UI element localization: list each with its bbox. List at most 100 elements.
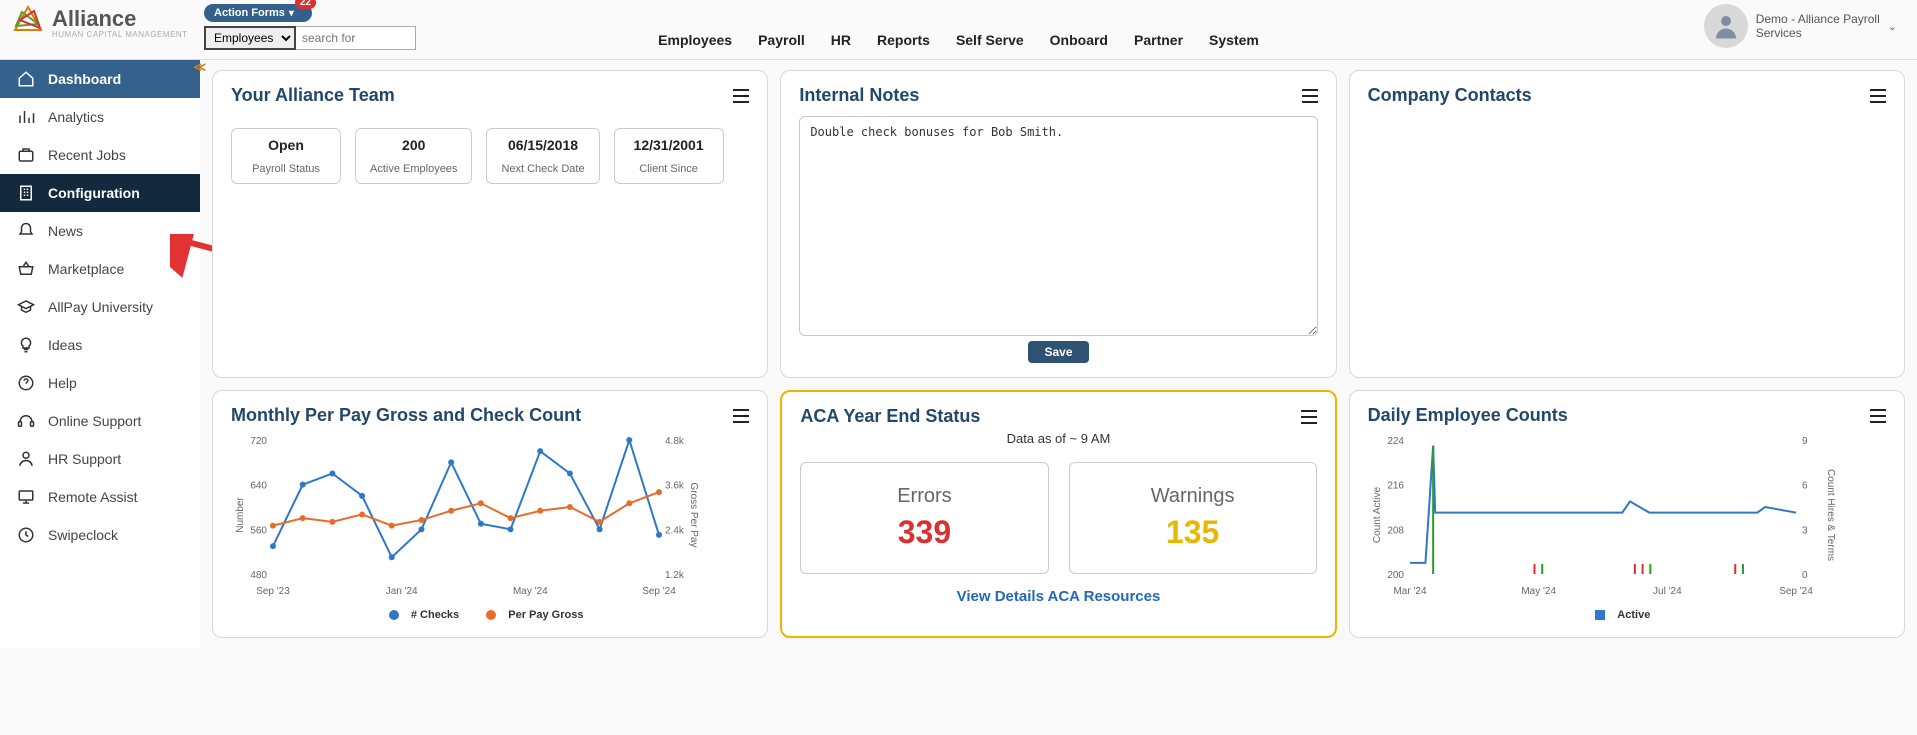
sidebar-item-analytics[interactable]: Analytics [0,98,200,136]
sidebar-item-ideas[interactable]: Ideas [0,326,200,364]
search-category-select[interactable]: Employees [204,26,296,50]
card-title: Daily Employee Counts [1368,405,1568,426]
collapse-sidebar-icon[interactable]: ≪ [193,60,206,74]
card-menu-icon[interactable] [1301,410,1317,424]
aca-details-link[interactable]: View Details ACA Resources [800,588,1316,605]
nav-system[interactable]: System [1209,32,1259,48]
legend-square-active-icon [1595,610,1605,620]
internal-notes-textarea[interactable]: Double check bonuses for Bob Smith. [799,116,1317,336]
legend-dot-checks-icon [389,610,399,620]
person-icon [16,449,36,469]
action-forms-button[interactable]: Action Forms ▾ 22 [204,4,312,22]
stat-next-check-date: 06/15/2018 Next Check Date [486,128,599,184]
card-title: Your Alliance Team [231,85,395,106]
nav-self-serve[interactable]: Self Serve [956,32,1024,48]
card-menu-icon[interactable] [1870,409,1886,423]
sidebar-item-marketplace[interactable]: Marketplace [0,250,200,288]
clock-icon [16,525,36,545]
aca-warnings-value: 135 [1080,514,1306,551]
sidebar-item-dashboard[interactable]: Dashboard [0,60,200,98]
sidebar-item-label: Swipeclock [48,527,118,543]
daily-legend: Active [1368,609,1886,623]
card-internal-notes: Internal Notes Double check bonuses for … [780,70,1336,378]
home-icon [16,69,36,89]
svg-text:3.6k: 3.6k [665,481,685,492]
sidebar-item-label: Configuration [48,185,140,201]
svg-text:Count Active: Count Active [1372,486,1383,543]
chevron-down-icon: ▾ [289,8,294,19]
top-controls: Action Forms ▾ 22 Employees [204,4,416,50]
svg-text:May '24: May '24 [513,586,548,597]
svg-text:6: 6 [1802,481,1808,492]
aca-errors-box: Errors 339 [800,462,1048,574]
sidebar-item-label: Help [48,375,77,391]
avatar-icon [1711,11,1741,41]
sidebar-item-label: Ideas [48,337,82,353]
svg-text:Mar '24: Mar '24 [1393,586,1426,597]
aca-errors-value: 339 [811,514,1037,551]
save-button[interactable]: Save [1028,341,1088,363]
user-area[interactable]: Demo - Alliance Payroll Services ⌄ [1704,4,1907,48]
sidebar-item-label: Recent Jobs [48,147,126,163]
chart-bars-icon [16,107,36,127]
stat-active-employees: 200 Active Employees [355,128,472,184]
svg-text:3: 3 [1802,525,1808,536]
card-title: Internal Notes [799,85,919,106]
brand-logo: Alliance HUMAN CAPITAL MANAGEMENT [10,4,200,40]
card-menu-icon[interactable] [1870,89,1886,103]
svg-text:Sep '24: Sep '24 [1779,586,1813,597]
nav-reports[interactable]: Reports [877,32,930,48]
card-menu-icon[interactable] [1302,89,1318,103]
sidebar-item-online-support[interactable]: Online Support [0,402,200,440]
svg-text:Number: Number [235,497,246,533]
svg-text:208: 208 [1387,525,1404,536]
stat-client-since: 12/31/2001 Client Since [614,128,724,184]
sidebar-item-label: Marketplace [48,261,124,277]
legend-dot-gross-icon [486,610,496,620]
svg-text:720: 720 [250,436,267,447]
monthly-chart: 4805606407201.2k2.4k3.6k4.8kNumberGross … [231,430,701,600]
nav-employees[interactable]: Employees [658,32,732,48]
svg-text:Jul '24: Jul '24 [1653,586,1682,597]
brand-name: Alliance [52,6,188,32]
sidebar-item-recent-jobs[interactable]: Recent Jobs [0,136,200,174]
svg-text:4.8k: 4.8k [665,436,685,447]
card-menu-icon[interactable] [733,409,749,423]
headset-icon [16,411,36,431]
svg-text:9: 9 [1802,436,1808,447]
dashboard-content: Your Alliance Team Open Payroll Status 2… [200,60,1917,648]
svg-text:560: 560 [250,525,267,536]
sidebar-item-configuration[interactable]: Configuration [0,174,200,212]
layout: ≪ Dashboard Analytics Recent Jobs Config… [0,60,1917,648]
search-input[interactable] [296,26,416,50]
svg-text:224: 224 [1387,436,1404,447]
main-nav: Employees Payroll HR Reports Self Serve … [658,32,1259,48]
user-label: Demo - Alliance Payroll Services [1756,12,1880,40]
sidebar-item-label: HR Support [48,451,121,467]
sidebar-item-help[interactable]: Help [0,364,200,402]
nav-partner[interactable]: Partner [1134,32,1183,48]
action-forms-label: Action Forms [214,7,285,19]
sidebar-item-university[interactable]: AllPay University [0,288,200,326]
basket-icon [16,259,36,279]
sidebar-item-label: AllPay University [48,299,153,315]
card-title: ACA Year End Status [800,406,980,427]
monthly-legend: # Checks Per Pay Gross [231,609,749,623]
nav-payroll[interactable]: Payroll [758,32,805,48]
svg-text:1.2k: 1.2k [665,570,685,581]
card-title: Company Contacts [1368,85,1532,106]
svg-text:Jan '24: Jan '24 [386,586,418,597]
sidebar-item-remote-assist[interactable]: Remote Assist [0,478,200,516]
card-aca-status: ACA Year End Status Data as of ~ 9 AM Er… [780,390,1336,638]
action-forms-badge: 22 [295,0,316,9]
sidebar-item-label: News [48,223,83,239]
svg-text:2.4k: 2.4k [665,525,685,536]
topbar: Alliance HUMAN CAPITAL MANAGEMENT Action… [0,0,1917,60]
sidebar-item-news[interactable]: News [0,212,200,250]
card-menu-icon[interactable] [733,89,749,103]
nav-hr[interactable]: HR [831,32,851,48]
sidebar-item-swipeclock[interactable]: Swipeclock [0,516,200,554]
svg-text:Sep '23: Sep '23 [256,586,290,597]
nav-onboard[interactable]: Onboard [1050,32,1108,48]
sidebar-item-hr-support[interactable]: HR Support [0,440,200,478]
